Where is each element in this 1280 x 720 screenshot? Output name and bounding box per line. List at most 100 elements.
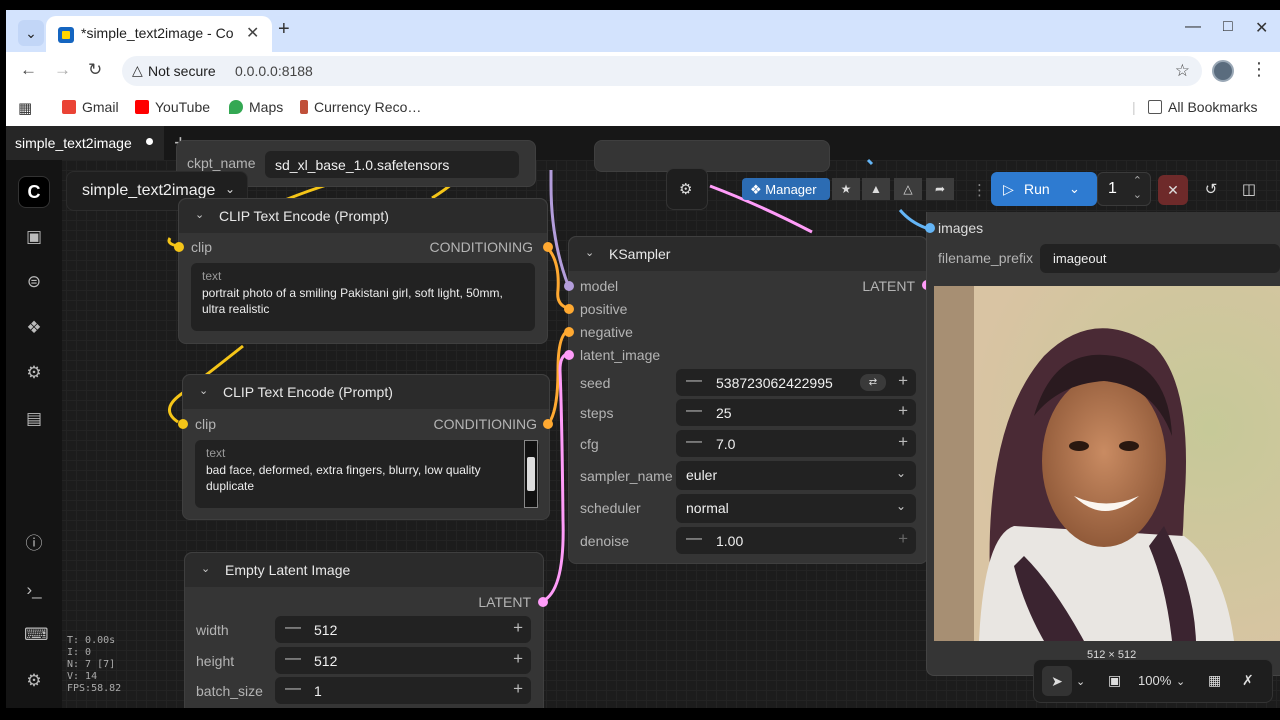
select-pointer-icon[interactable]: ➤ (1042, 666, 1072, 696)
negative-input-slot[interactable] (564, 327, 574, 337)
decrement-icon[interactable]: — (285, 619, 301, 637)
run-button[interactable]: ▷ Run ⌄ (991, 172, 1097, 206)
custom-nodes-icon[interactable]: △ (894, 178, 922, 200)
generated-image-preview[interactable] (934, 286, 1280, 641)
minimap-icon[interactable]: ▦ (1208, 672, 1221, 689)
mode-chevron-icon[interactable]: ⌄ (1076, 675, 1085, 688)
collapse-chevron-icon[interactable]: ⌄ (585, 246, 594, 259)
randomize-icon[interactable]: ⇄ (860, 374, 886, 391)
clip-input-slot[interactable] (178, 419, 188, 429)
decrement-icon[interactable]: — (285, 650, 301, 668)
prompt-textarea[interactable]: text bad face, deformed, extra fingers, … (195, 440, 539, 508)
node-header[interactable]: ⌄ KSampler (569, 237, 927, 271)
workflows-icon[interactable]: ▤ (24, 409, 44, 429)
history-icon[interactable]: ↺ (1196, 175, 1226, 205)
queue-icon[interactable]: ⊜ (24, 272, 44, 292)
clip-input-label: clip (191, 239, 213, 255)
latent-output-slot[interactable] (538, 597, 548, 607)
help-icon[interactable]: ⓘ (24, 534, 44, 554)
batch-count-input[interactable]: 1 ⌃ ⌄ (1097, 172, 1151, 206)
favorites-star-icon[interactable]: ★ (832, 178, 860, 200)
clip-text-encode-positive-node[interactable]: ⌄ CLIP Text Encode (Prompt) clip CONDITIO… (174, 198, 553, 344)
images-input-slot[interactable] (925, 223, 935, 233)
decrement-icon[interactable]: — (686, 433, 702, 451)
model-input-label: model (580, 278, 619, 294)
batch-size-value: 1 (314, 683, 322, 699)
decrement-chevron-icon[interactable]: ⌄ (1133, 188, 1142, 201)
seed-widget[interactable]: — 538723062422995 ⇄ + (676, 369, 916, 396)
increment-icon[interactable]: + (513, 618, 523, 638)
hide-links-icon[interactable]: ✗ (1242, 672, 1254, 689)
scrollbar-thumb[interactable] (527, 457, 535, 491)
screen: ⌄ *simple_text2image - Co ✕ + — □ ✕ ← → … (0, 0, 1280, 720)
seed-value: 538723062422995 (716, 375, 833, 391)
clip-input-slot[interactable] (174, 242, 184, 252)
height-widget[interactable]: — 512 + (275, 647, 531, 674)
node-header[interactable]: ⌄ Empty Latent Image (185, 553, 543, 587)
node-header[interactable]: ⌄ CLIP Text Encode (Prompt) (183, 375, 549, 409)
filename-prefix-input[interactable]: imageout (1040, 244, 1280, 273)
zoom-chevron-icon[interactable]: ⌄ (1176, 675, 1185, 688)
puzzle-icon[interactable]: ⚙ (679, 180, 692, 198)
increment-icon[interactable]: + (898, 432, 908, 452)
assets-icon[interactable]: ▣ (24, 227, 44, 247)
zoom-level[interactable]: 100% (1138, 673, 1171, 688)
node-library-icon[interactable]: ❖ (24, 318, 44, 338)
fit-view-icon[interactable]: ▣ (1108, 672, 1121, 689)
positive-input-slot[interactable] (564, 304, 574, 314)
increment-icon[interactable]: + (898, 401, 908, 421)
node-header[interactable]: ⌄ CLIP Text Encode (Prompt) (179, 199, 547, 233)
decrement-icon[interactable]: — (686, 402, 702, 420)
denoise-widget[interactable]: — 1.00 + (676, 527, 916, 554)
comfy-logo-icon[interactable]: C (18, 176, 50, 208)
latent-image-input-slot[interactable] (564, 350, 574, 360)
increment-chevron-icon[interactable]: ⌃ (1133, 174, 1142, 187)
decrement-icon[interactable]: — (285, 680, 301, 698)
bottom-strip (0, 708, 1280, 720)
collapse-chevron-icon[interactable]: ⌄ (195, 208, 204, 221)
decrement-icon[interactable]: — (686, 530, 702, 548)
width-widget[interactable]: — 512 + (275, 616, 531, 643)
node-title: KSampler (609, 246, 671, 262)
settings-gear-icon[interactable]: ⚙ (24, 671, 44, 691)
ckpt-name-value: sd_xl_base_1.0.safetensors (275, 157, 450, 173)
run-options-chevron-icon[interactable]: ⌄ (1069, 181, 1080, 197)
clip-text-encode-negative-node[interactable]: ⌄ CLIP Text Encode (Prompt) clip CONDITIO… (178, 374, 553, 520)
ckpt-name-widget[interactable]: sd_xl_base_1.0.safetensors (265, 151, 519, 178)
toggle-panel-icon[interactable]: ◫ (1234, 175, 1264, 205)
sampler-name-label: sampler_name (580, 468, 673, 484)
decrement-icon[interactable]: — (686, 372, 702, 390)
conditioning-output-slot[interactable] (543, 419, 553, 429)
close-icon: ✕ (1167, 182, 1179, 198)
collapse-chevron-icon[interactable]: ⌄ (201, 562, 210, 575)
empty-latent-image-node[interactable]: ⌄ Empty Latent Image LATENT width — 512 + h… (184, 552, 548, 720)
collapse-chevron-icon[interactable]: ⌄ (199, 384, 208, 397)
manager-button[interactable]: ❖ Manager (742, 178, 830, 200)
steps-widget[interactable]: — 25 + (676, 399, 916, 426)
sampler-name-select[interactable]: euler ⌄ (676, 461, 916, 490)
stat-nodes: N: 7 [7] (67, 659, 116, 670)
conditioning-output-slot[interactable] (543, 242, 553, 252)
ksampler-node[interactable]: ⌄ KSampler model LATENT positive negative… (564, 236, 928, 564)
prompt-textarea[interactable]: text portrait photo of a smiling Pakista… (191, 263, 535, 331)
batch-size-widget[interactable]: — 1 + (275, 677, 531, 704)
model-input-slot[interactable] (564, 281, 574, 291)
increment-icon[interactable]: + (898, 371, 908, 391)
cancel-run-button[interactable]: ✕ (1158, 175, 1188, 205)
cfg-widget[interactable]: — 7.0 + (676, 430, 916, 457)
chevron-down-icon: ⌄ (224, 182, 235, 196)
model-library-icon[interactable]: ⚙ (24, 363, 44, 383)
batch-size-label: batch_size (196, 683, 263, 699)
textarea-scrollbar[interactable] (524, 440, 538, 508)
share-arrow-icon[interactable]: ➦ (926, 178, 954, 200)
increment-icon[interactable]: + (513, 649, 523, 669)
increment-icon[interactable]: + (898, 529, 908, 549)
increment-icon[interactable]: + (513, 679, 523, 699)
keyboard-icon[interactable]: ⌨ (24, 625, 49, 645)
stat-fps: FPS:58.82 (67, 683, 122, 694)
conditioning-output-label: CONDITIONING (429, 239, 533, 255)
latent-output-label: LATENT (478, 594, 531, 610)
scheduler-select[interactable]: normal ⌄ (676, 494, 916, 523)
terminal-icon[interactable]: ›_ (24, 580, 44, 600)
model-manager-icon[interactable]: ▲ (862, 178, 890, 200)
